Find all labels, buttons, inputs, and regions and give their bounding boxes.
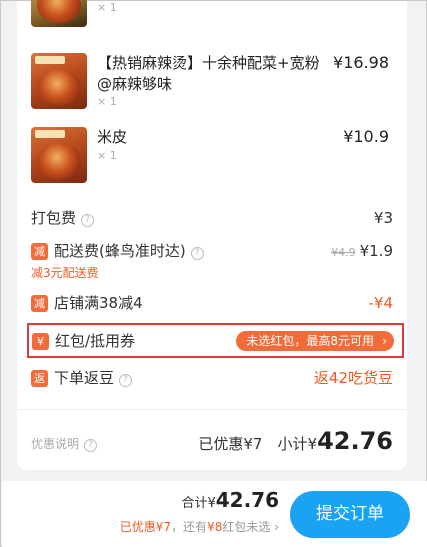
item-quantity: × 1 xyxy=(97,1,117,14)
discount-explanation-link[interactable]: 优惠说明? xyxy=(31,435,98,452)
rebate-badge-icon: 返 xyxy=(31,370,48,387)
coupon-select-button[interactable]: 未选红包，最高8元可用 › xyxy=(236,331,394,351)
subtotal-label: 小计¥ xyxy=(277,435,318,453)
coupon-badge-icon: ¥ xyxy=(32,333,49,350)
summary-row: 优惠说明? 已优惠¥7 小计¥42.76 xyxy=(31,427,393,457)
item-price: ¥10.9 xyxy=(343,127,389,146)
footer-discount-note[interactable]: 已优惠¥7，还有¥8红包未选 › xyxy=(120,518,279,535)
chevron-right-icon: › xyxy=(274,520,279,534)
packing-fee-row: 打包费? ¥3 xyxy=(31,207,393,229)
total: 合计¥42.76 xyxy=(181,488,279,512)
item-image xyxy=(31,53,87,109)
store-discount-row: 减店铺满38减4 -¥4 xyxy=(31,292,393,314)
coupon-label: 红包/抵用券 xyxy=(55,332,136,350)
delivery-fee-row: 减配送费(蜂鸟准时达)? ¥4.9 ¥1.9 xyxy=(31,240,393,262)
store-discount-label: 店铺满38减4 xyxy=(54,294,143,312)
help-icon: ? xyxy=(84,439,98,452)
submit-order-button[interactable]: 提交订单 xyxy=(290,491,410,538)
list-item[interactable]: 米皮 × 1 ¥10.9 xyxy=(31,127,401,187)
bean-rebate-row: 返下单返豆? 返42吃货豆 xyxy=(31,367,393,389)
discount-badge-icon: 减 xyxy=(31,243,48,260)
total-label: 合计¥ xyxy=(181,496,216,511)
discounted-value: ¥7 xyxy=(243,435,263,453)
discount-badge-icon: 减 xyxy=(31,295,48,312)
chevron-right-icon: › xyxy=(382,334,387,348)
packing-fee-value: ¥3 xyxy=(373,209,393,227)
item-image xyxy=(31,0,87,27)
delivery-fee-value: ¥1.9 xyxy=(359,242,393,260)
delivery-original-price: ¥4.9 xyxy=(331,246,356,259)
coupon-row[interactable]: ¥ 红包/抵用券 未选红包，最高8元可用 › xyxy=(27,323,404,358)
list-item[interactable]: × 1 xyxy=(31,0,401,27)
item-image xyxy=(31,127,87,183)
divider xyxy=(17,409,407,410)
item-quantity: × 1 xyxy=(97,95,117,108)
item-name: 米皮 xyxy=(97,128,128,146)
list-item[interactable]: 【热销麻辣烫】十余种配菜+宽粉@麻辣够味 × 1 ¥16.98 xyxy=(31,53,401,113)
packing-fee-label: 打包费 xyxy=(31,209,77,227)
help-icon[interactable]: ? xyxy=(81,214,95,227)
subtotal-value: 42.76 xyxy=(317,427,393,455)
total-value: 42.76 xyxy=(215,488,279,512)
item-quantity: × 1 xyxy=(97,149,117,162)
bean-rebate-value: 返42吃货豆 xyxy=(313,369,393,387)
item-name: 【热销麻辣烫】十余种配菜+宽粉@麻辣够味 xyxy=(97,54,320,93)
delivery-fee-label: 配送费(蜂鸟准时达) xyxy=(54,242,186,260)
help-icon[interactable]: ? xyxy=(119,374,133,387)
order-card: × 1 【热销麻辣烫】十余种配菜+宽粉@麻辣够味 × 1 ¥16.98 米皮 ×… xyxy=(17,0,407,470)
page-frame: × 1 【热销麻辣烫】十余种配菜+宽粉@麻辣够味 × 1 ¥16.98 米皮 ×… xyxy=(0,0,427,547)
help-icon[interactable]: ? xyxy=(190,247,204,260)
store-discount-value: -¥4 xyxy=(368,294,394,312)
delivery-discount-note: 减3元配送费 xyxy=(31,266,99,280)
item-price: ¥16.98 xyxy=(333,53,389,72)
discounted-label: 已优惠 xyxy=(198,435,244,453)
bean-rebate-label: 下单返豆 xyxy=(54,369,115,387)
checkout-bar: 合计¥42.76 已优惠¥7，还有¥8红包未选 › 提交订单 xyxy=(2,481,427,547)
